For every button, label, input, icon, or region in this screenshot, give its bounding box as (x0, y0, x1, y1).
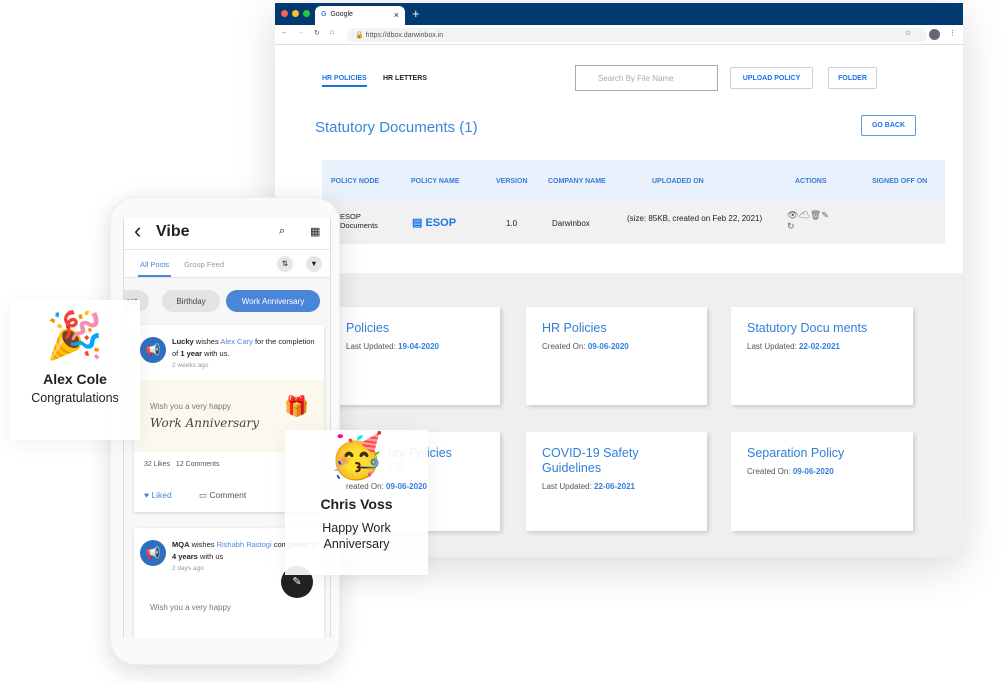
post-time: 2 days ago (172, 565, 204, 572)
search-icon[interactable]: ⌕ (279, 225, 285, 238)
star-icon[interactable]: ☆ (905, 29, 911, 37)
tab-group-feed[interactable]: Group Feed (184, 260, 224, 269)
reload-icon[interactable]: ↻ (314, 29, 320, 37)
party-face-icon: 🥳 (329, 432, 384, 481)
address-bar-row: ← → ↻ ⌂ 🔒 https://dbox.darwinbox.in ☆ ⋮ (275, 25, 963, 45)
policy-name-link[interactable]: ESOP (425, 217, 456, 229)
card-title: Statutory Docu ments (747, 321, 868, 335)
gift-icon: 🎁 (284, 396, 309, 418)
comment-button[interactable]: ▭ Comment (199, 490, 246, 501)
actions-cell: 👁☁🗑✎ ↻ (787, 210, 829, 232)
cell-version: 1.0 (506, 219, 518, 228)
card-title: Separation Policy (747, 446, 845, 460)
banner-text: Wish you a very happy (150, 603, 231, 612)
upload-policy-button[interactable]: UPLOAD POLICY (730, 67, 813, 89)
cell-policy-name[interactable]: ▤ ESOP (412, 216, 456, 229)
col-uploaded-on: UPLOADED ON (652, 178, 704, 185)
table-row: ESOP Documents ▤ ESOP 1.0 Darwinbox (siz… (322, 202, 945, 244)
app-header: ‹ Vibe ⌕ ▦ (124, 218, 330, 250)
profile-avatar[interactable] (929, 29, 940, 40)
post-stats: 32 Likes 12 Comments (144, 461, 220, 468)
col-company-name: COMPANY NAME (548, 178, 606, 185)
table-header: POLICY NODE POLICY NAME VERSION COMPANY … (322, 160, 945, 202)
cell-company: Darwinbox (552, 219, 590, 228)
filter-pill-work-anniversary[interactable]: Work Anniversary (226, 290, 320, 312)
popup-message: Happy Work Anniversary (322, 521, 391, 551)
card-meta: Created On: 09-06-2020 (747, 467, 834, 476)
megaphone-icon: 📢 (140, 540, 166, 566)
card-meta: Last Updated: 22-02-2021 (747, 342, 840, 351)
card-title: COVID-19 Safety Guidelines (542, 446, 639, 475)
col-policy-node: POLICY NODE (331, 178, 380, 185)
col-actions: ACTIONS (795, 178, 827, 185)
tab-all-posts[interactable]: All Posts (138, 260, 172, 277)
congrats-popup: 🎉 Alex Cole Congratulations (10, 300, 140, 440)
new-tab-button[interactable]: + (412, 6, 420, 21)
minimize-window-button[interactable] (292, 10, 299, 17)
tab-bar: G Google × + (275, 3, 963, 25)
col-version: VERSION (496, 178, 528, 185)
grid-icon[interactable]: ▦ (310, 225, 320, 238)
browser-tab[interactable]: G Google × (315, 6, 405, 25)
file-icon: ▤ (412, 217, 423, 229)
post-text: Lucky wishes Alex Cary for the completio… (172, 337, 315, 358)
home-icon[interactable]: ⌂ (330, 29, 334, 36)
folder-button[interactable]: FOLDER (828, 67, 877, 89)
url-field[interactable]: 🔒 https://dbox.darwinbox.in (347, 28, 927, 42)
edit-icon[interactable]: ✎ (821, 210, 829, 220)
cell-policy-node: ESOP Documents (340, 212, 378, 230)
filter-pill-birthday[interactable]: Birthday (162, 290, 220, 312)
card-title: HR Policies (542, 321, 607, 335)
like-button[interactable]: ♥ Liked (144, 490, 172, 500)
forward-icon[interactable]: → (297, 29, 304, 36)
policy-card[interactable]: HR Policies Created On: 09-06-2020 (526, 307, 707, 405)
card-title: Policies (346, 321, 390, 335)
popup-name: Chris Voss (320, 496, 393, 512)
back-icon[interactable]: ‹ (134, 218, 141, 244)
back-icon[interactable]: ← (281, 29, 288, 36)
close-tab-icon[interactable]: × (394, 10, 399, 20)
card-meta: Created On: 09-06-2020 (542, 342, 629, 351)
main-content: HR POLICIES HR LETTERS Search By File Na… (275, 45, 963, 273)
policy-card[interactable]: COVID-19 Safety Guidelines Last Updated: … (526, 432, 707, 531)
banner-script: Work Anniversary (150, 416, 259, 430)
search-input[interactable]: Search By File Name (575, 65, 718, 91)
megaphone-icon: 📢 (140, 337, 166, 363)
anniversary-popup: 🥳 Chris Voss Happy Work Anniversary (285, 430, 428, 575)
post-time: 2 weeks ago (172, 362, 209, 369)
tab-hr-policies[interactable]: HR POLICIES (322, 75, 367, 87)
close-window-button[interactable] (281, 10, 288, 17)
tab-hr-letters[interactable]: HR LETTERS (383, 75, 427, 82)
policy-card[interactable]: Statutory Docu ments Last Updated: 22-02-… (731, 307, 913, 405)
card-meta: reated On: 09-06-2020 (346, 482, 427, 491)
filter-icon[interactable]: ▼ (306, 256, 322, 272)
refresh-icon[interactable]: ↻ (787, 221, 795, 231)
google-icon: G (321, 11, 327, 18)
policy-card[interactable]: Separation Policy Created On: 09-06-2020 (731, 432, 913, 531)
sort-icon[interactable]: ⇅ (277, 256, 293, 272)
col-signed-off-on: SIGNED OFF ON (872, 178, 928, 185)
page-title: Statutory Documents (1) (315, 119, 478, 136)
go-back-button[interactable]: GO BACK (861, 115, 916, 136)
delete-icon[interactable]: 🗑 (810, 210, 821, 220)
maximize-window-button[interactable] (303, 10, 310, 17)
upload-icon[interactable]: ☁ (798, 210, 809, 220)
phone-screen: ‹ Vibe ⌕ ▦ All Posts Group Feed ⇅ ▼ ent … (123, 218, 331, 638)
view-icon[interactable]: 👁 (787, 210, 798, 220)
col-policy-name: POLICY NAME (411, 178, 460, 185)
popup-message: Congratulations (31, 391, 119, 405)
cell-uploaded-on: (size: 85KB, created on Feb 22, 2021) (627, 214, 763, 223)
tab-title: Google (330, 11, 353, 18)
party-popper-icon: 🎉 (46, 309, 104, 361)
url-text: https://dbox.darwinbox.in (365, 32, 444, 39)
banner-text: Wish you a very happy (150, 402, 231, 411)
feed-tabs: All Posts Group Feed ⇅ ▼ (124, 250, 330, 278)
app-title: Vibe (156, 223, 190, 240)
card-meta: Last Updated: 19-04-2020 (346, 342, 439, 351)
menu-icon[interactable]: ⋮ (949, 29, 956, 37)
popup-name: Alex Cole (43, 371, 107, 387)
policy-card[interactable]: Policies Last Updated: 19-04-2020 (330, 307, 500, 405)
card-meta: Last Updated: 22-06-2021 (542, 482, 635, 491)
